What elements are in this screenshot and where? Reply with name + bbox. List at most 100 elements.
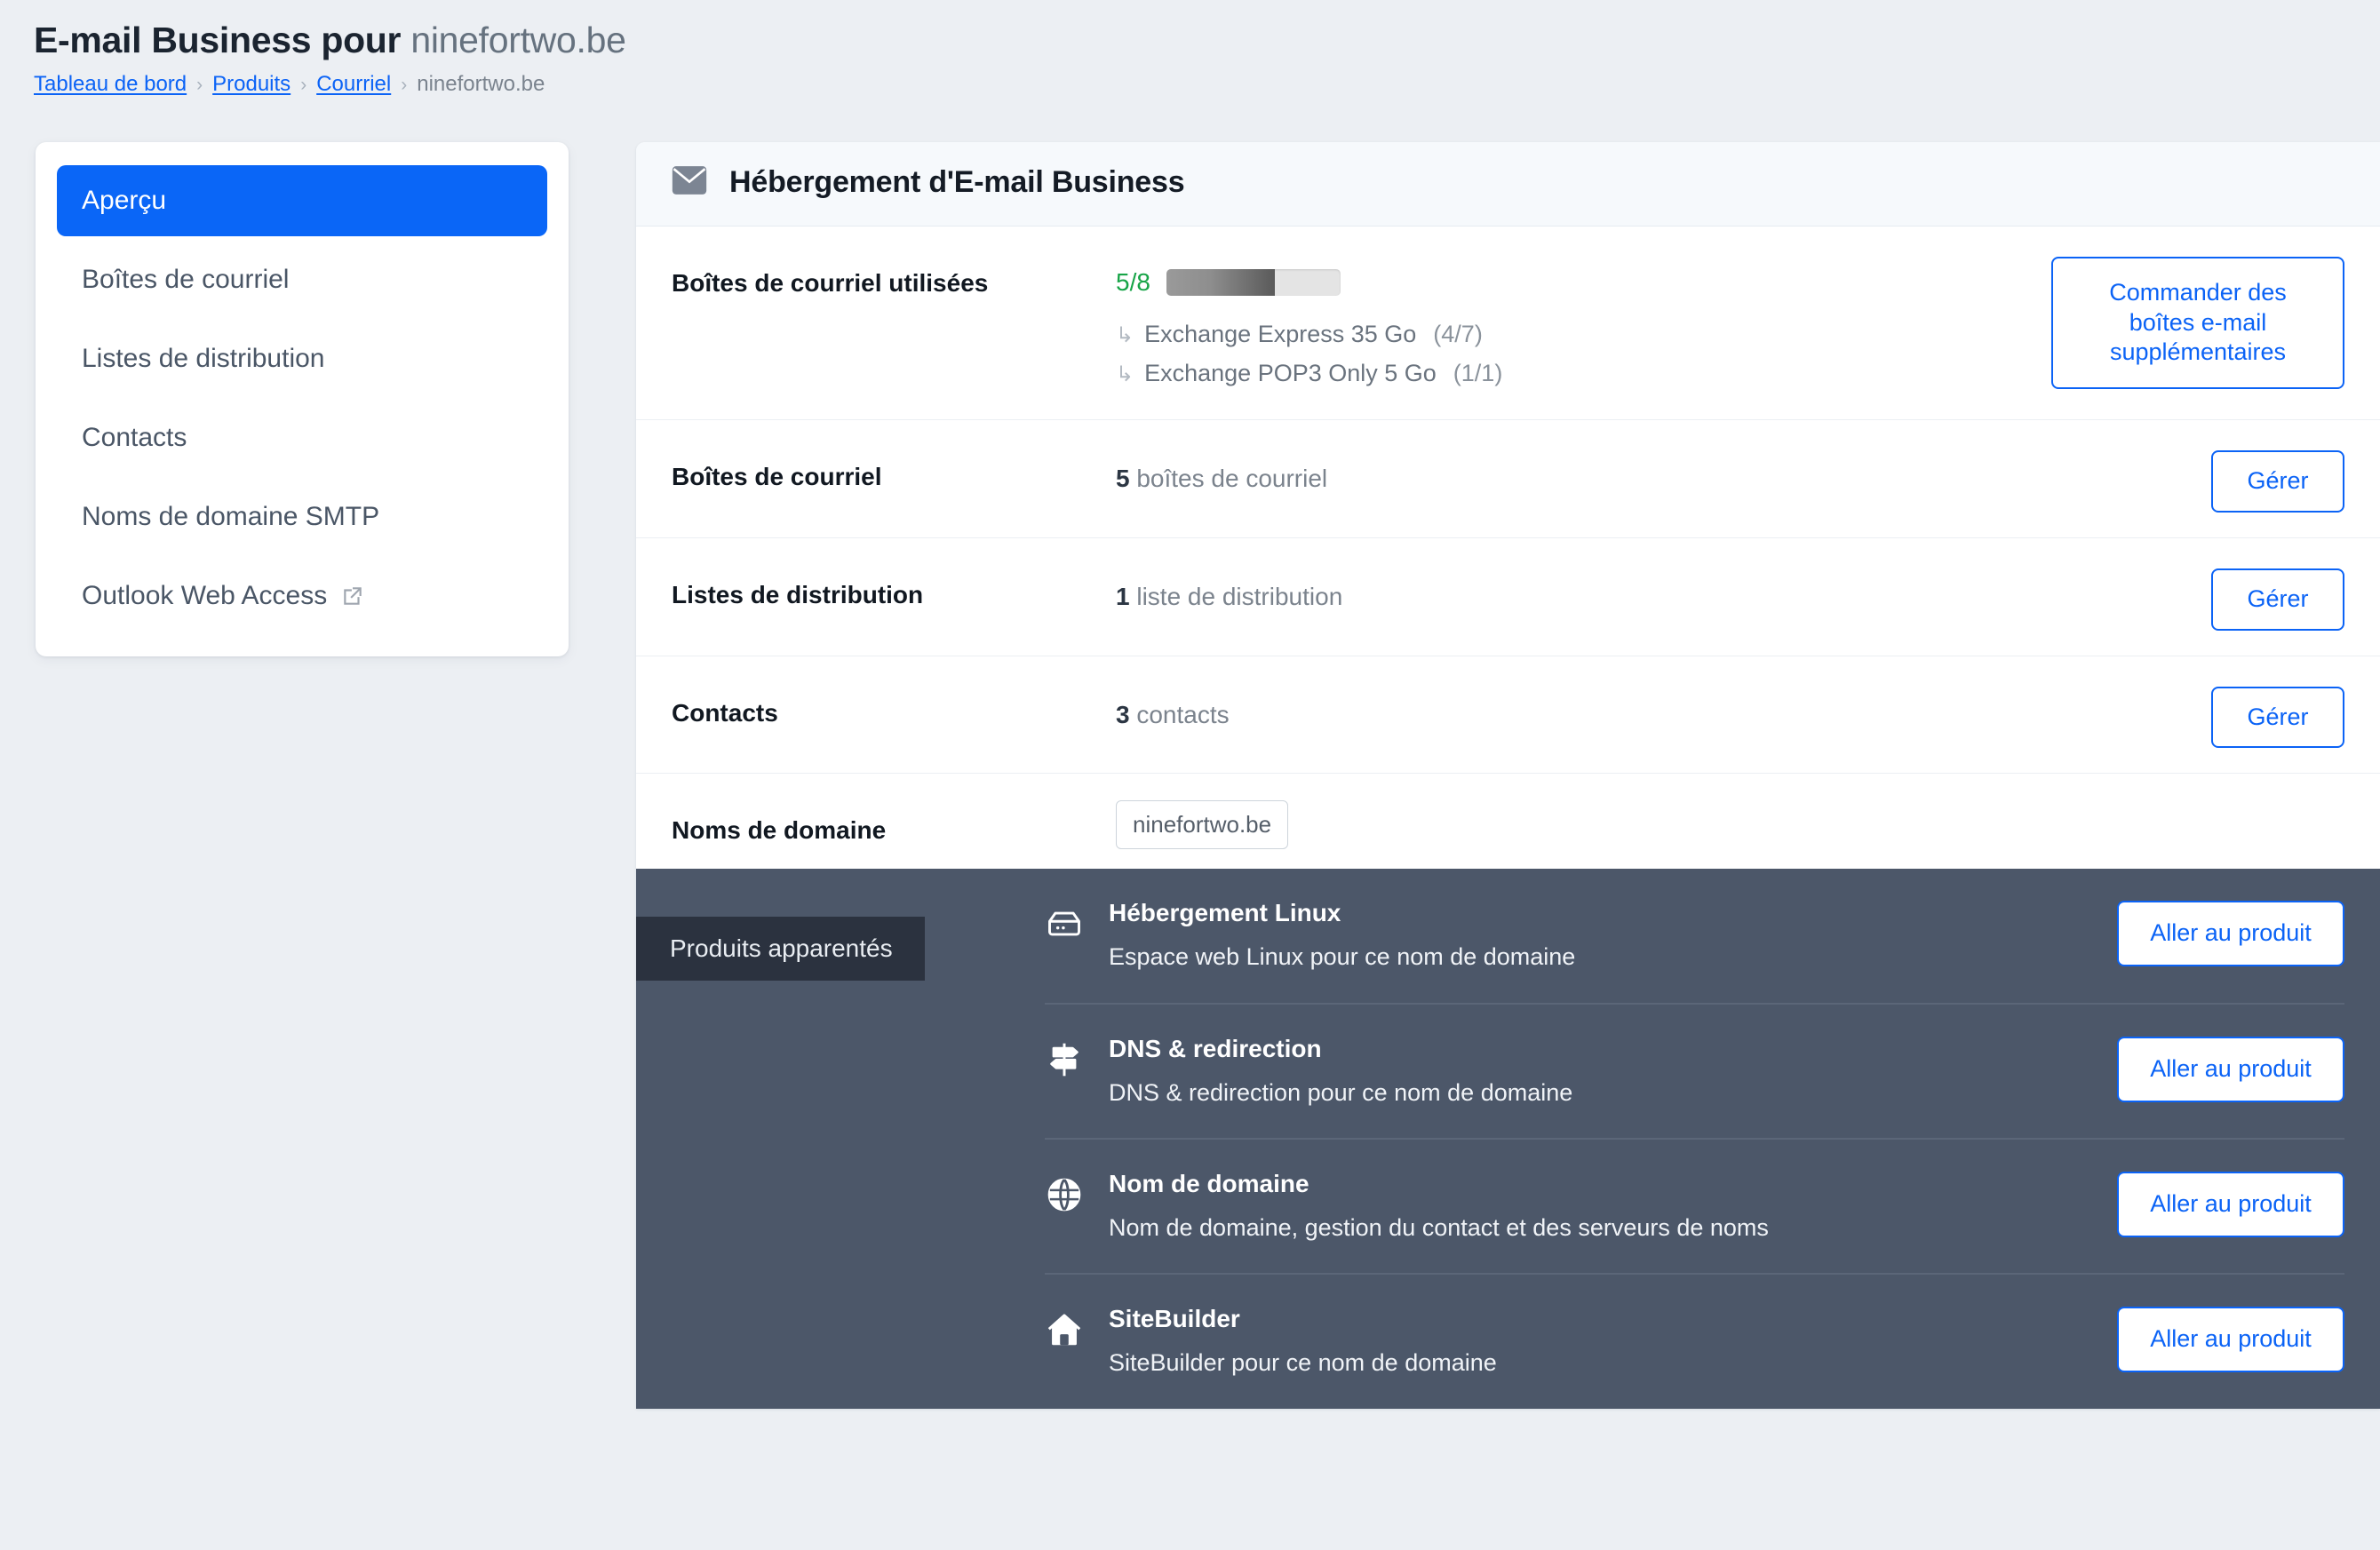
distribution-lists-count: 1 (1116, 582, 1130, 610)
contacts-unit: contacts (1129, 700, 1230, 728)
sidebar-item-outlook-web-access[interactable]: Outlook Web Access (57, 560, 547, 632)
usage-progress-bar (1166, 268, 1341, 296)
product-action: Aller au produit (2117, 899, 2344, 967)
sub-arrow-icon: ↳ (1116, 362, 1134, 386)
usage-breakdown-list: ↳ Exchange Express 35 Go (4/7) ↳ Exchang… (1116, 321, 2051, 387)
breadcrumb: Tableau de bord › Produits › Courriel › … (34, 72, 2380, 98)
sidebar-item-mailboxes[interactable]: Boîtes de courriel (57, 244, 547, 315)
manage-contacts-button[interactable]: Gérer (2211, 686, 2344, 749)
product-action: Aller au produit (2117, 1170, 2344, 1237)
mailboxes-row: Boîtes de courriel 5 boîtes de courriel … (636, 420, 2380, 538)
mailbox-usage-body: 5/8 ↳ Exchange Express 35 Go (4/7) ↳ Exc… (1116, 251, 2051, 387)
go-to-product-button[interactable]: Aller au produit (2117, 1036, 2344, 1102)
domain-names-label: Noms de domaine (672, 816, 887, 845)
sidebar-item-distribution-lists[interactable]: Listes de distribution (57, 323, 547, 394)
mailboxes-label: Boîtes de courriel (672, 463, 882, 491)
product-description: Espace web Linux pour ce nom de domaine (1109, 943, 1576, 971)
product-title: Nom de domaine (1109, 1170, 1309, 1198)
plan-count: (4/7) (1433, 320, 1483, 347)
page-layout: Aperçu Boîtes de courriel Listes de dist… (0, 98, 2380, 1409)
product-text: SiteBuilder SiteBuilder pour ce nom de d… (1109, 1305, 2092, 1379)
breadcrumb-item-products[interactable]: Produits (212, 72, 291, 98)
mailboxes-row-action: Gérer (2113, 445, 2344, 513)
product-description: Nom de domaine, gestion du contact et de… (1109, 1214, 1769, 1242)
related-products-section: Produits apparentés Hébergement Linux Es… (636, 869, 2380, 1409)
product-text: Hébergement Linux Espace web Linux pour … (1109, 899, 2092, 974)
contacts-value: 3 contacts (1116, 692, 2113, 729)
mailbox-usage-label: Boîtes de courriel utilisées (672, 268, 989, 297)
contacts-label: Contacts (672, 698, 778, 727)
contacts-row: Contacts 3 contacts Gérer (636, 656, 2380, 775)
domain-names-body: ninefortwo.be (1116, 799, 2113, 850)
plan-count: (1/1) (1453, 359, 1503, 386)
breadcrumb-item-mail[interactable]: Courriel (316, 72, 391, 98)
related-products-left: Produits apparentés (636, 869, 1045, 982)
distribution-lists-unit: liste de distribution (1129, 582, 1343, 610)
usage-count-text: 5/8 (1116, 267, 1150, 296)
distribution-lists-row-action: Gérer (2113, 563, 2344, 631)
home-icon (1045, 1310, 1084, 1349)
domain-names-row: Noms de domaine ninefortwo.be (636, 774, 2380, 869)
list-item: ↳ Exchange POP3 Only 5 Go (1/1) (1116, 360, 2051, 387)
distribution-lists-body: 1 liste de distribution (1116, 563, 2113, 611)
sub-arrow-icon: ↳ (1116, 322, 1134, 347)
go-to-product-button[interactable]: Aller au produit (2117, 1307, 2344, 1373)
product-text: DNS & redirection DNS & redirection pour… (1109, 1035, 2092, 1109)
sidebar: Aperçu Boîtes de courriel Listes de dist… (36, 141, 569, 656)
contacts-count: 3 (1116, 700, 1130, 728)
plan-name: Exchange POP3 Only 5 Go (1144, 359, 1437, 386)
list-item: DNS & redirection DNS & redirection pour… (1045, 1005, 2344, 1141)
list-item: Nom de domaine Nom de domaine, gestion d… (1045, 1140, 2344, 1276)
sidebar-item-apercu[interactable]: Aperçu (57, 164, 547, 236)
breadcrumb-item-dashboard[interactable]: Tableau de bord (34, 72, 187, 98)
go-to-product-button[interactable]: Aller au produit (2117, 901, 2344, 967)
page-title-main: E-mail Business pour (34, 20, 411, 60)
page-title-domain: ninefortwo.be (410, 20, 626, 60)
server-icon (1045, 904, 1084, 943)
sidebar-item-label: Noms de domaine SMTP (82, 501, 380, 531)
usage-meter: 5/8 (1116, 262, 2051, 303)
related-products-list: Hébergement Linux Espace web Linux pour … (1045, 869, 2380, 1408)
card-title: Hébergement d'E-mail Business (729, 165, 1185, 200)
external-link-icon (341, 584, 364, 608)
go-to-product-button[interactable]: Aller au produit (2117, 1172, 2344, 1237)
sidebar-item-label: Aperçu (82, 185, 167, 215)
plan-name: Exchange Express 35 Go (1144, 320, 1417, 347)
domain-chip[interactable]: ninefortwo.be (1116, 800, 1289, 850)
order-extra-mailboxes-button[interactable]: Commander des boîtes e-mail supplémentai… (2051, 256, 2344, 390)
breadcrumb-separator-icon: › (401, 74, 408, 95)
usage-progress-fill (1166, 268, 1276, 296)
signpost-icon (1045, 1040, 1084, 1079)
envelope-icon (672, 165, 707, 201)
product-action: Aller au produit (2117, 1305, 2344, 1373)
contacts-row-action: Gérer (2113, 681, 2344, 749)
list-item: ↳ Exchange Express 35 Go (4/7) (1116, 321, 2051, 348)
sidebar-item-contacts[interactable]: Contacts (57, 402, 547, 473)
mailboxes-value: 5 boîtes de courriel (1116, 456, 2113, 493)
product-description: DNS & redirection pour ce nom de domaine (1109, 1078, 1573, 1106)
list-item: SiteBuilder SiteBuilder pour ce nom de d… (1045, 1275, 2344, 1408)
sidebar-item-smtp-domains[interactable]: Noms de domaine SMTP (57, 481, 547, 552)
domain-names-row-action (2113, 799, 2344, 804)
product-action: Aller au produit (2117, 1035, 2344, 1102)
related-products-tag: Produits apparentés (636, 917, 925, 982)
manage-mailboxes-button[interactable]: Gérer (2211, 450, 2344, 513)
contacts-body: 3 contacts (1116, 681, 2113, 729)
mailboxes-count: 5 (1116, 465, 1130, 493)
sidebar-item-label: Listes de distribution (82, 343, 325, 373)
distribution-lists-label: Listes de distribution (672, 580, 924, 608)
product-text: Nom de domaine Nom de domaine, gestion d… (1109, 1170, 2092, 1244)
main-panel: Hébergement d'E-mail Business Boîtes de … (636, 141, 2380, 1409)
product-title: DNS & redirection (1109, 1034, 1322, 1062)
sidebar-item-label: Boîtes de courriel (82, 264, 290, 294)
mailboxes-unit: boîtes de courriel (1129, 465, 1328, 493)
sidebar-item-label: Contacts (82, 422, 187, 452)
manage-distribution-lists-button[interactable]: Gérer (2211, 568, 2344, 631)
list-item: Hébergement Linux Espace web Linux pour … (1045, 869, 2344, 1005)
distribution-lists-value: 1 liste de distribution (1116, 574, 2113, 611)
card-header: Hébergement d'E-mail Business (636, 141, 2380, 227)
sidebar-item-label: Outlook Web Access (82, 580, 328, 610)
page-title: E-mail Business pour ninefortwo.be (34, 20, 2380, 61)
breadcrumb-separator-icon: › (196, 74, 203, 95)
product-title: SiteBuilder (1109, 1305, 1240, 1333)
